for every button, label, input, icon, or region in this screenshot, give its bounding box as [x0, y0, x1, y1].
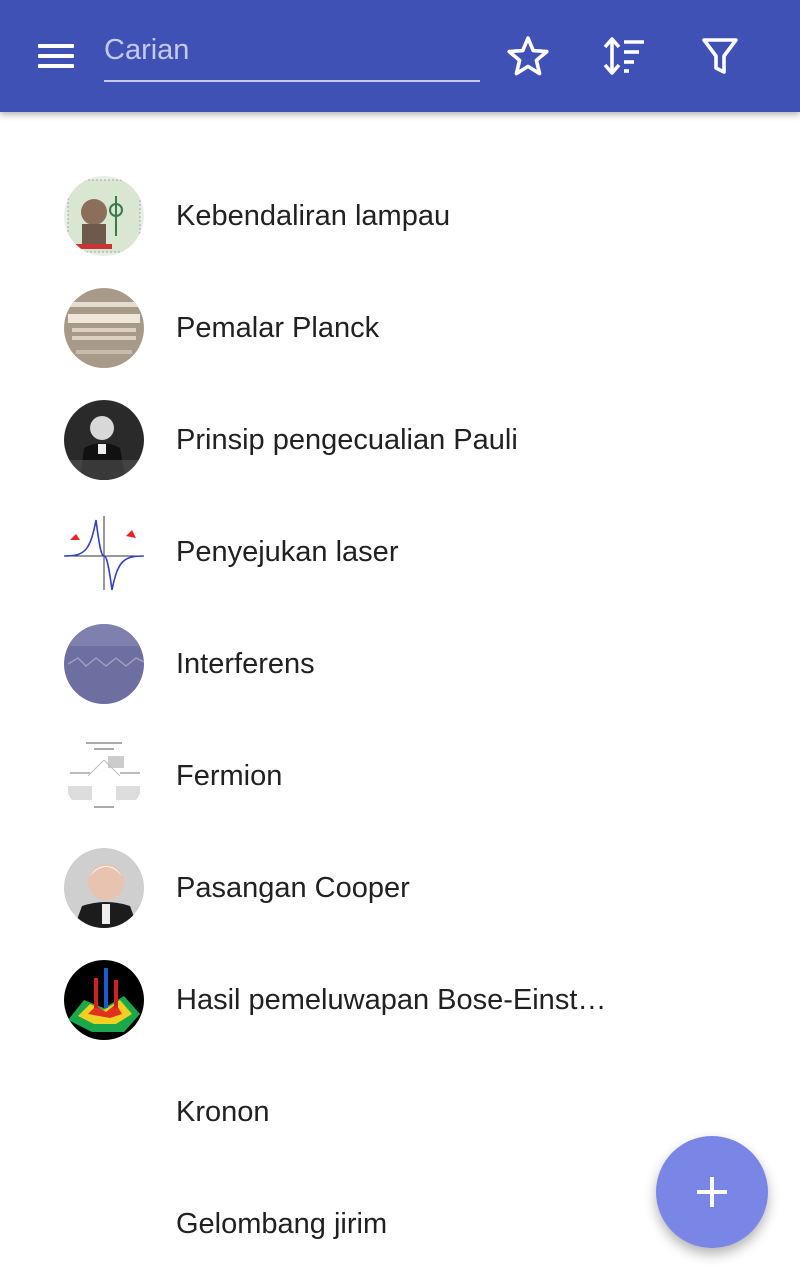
article-thumbnail — [64, 176, 144, 256]
article-thumbnail — [64, 288, 144, 368]
sort-icon — [603, 37, 644, 75]
sort-button[interactable] — [596, 28, 652, 84]
article-thumbnail — [64, 400, 144, 480]
article-thumbnail — [64, 512, 144, 592]
article-title: Hasil pemeluwapan Bose-Einstein — [176, 984, 616, 1016]
list-item[interactable]: Hasil pemeluwapan Bose-Einstein — [0, 944, 800, 1056]
search-field[interactable] — [104, 22, 480, 82]
article-title: Interferens — [176, 648, 315, 680]
list-item[interactable]: Kebendaliran lampau — [0, 160, 800, 272]
list-item[interactable]: Fermion — [0, 720, 800, 832]
filter-outline-icon — [702, 38, 738, 74]
list-item[interactable]: Prinsip pengecualian Pauli — [0, 384, 800, 496]
filter-button[interactable] — [692, 28, 748, 84]
plus-icon — [697, 1177, 727, 1207]
star-outline-icon — [507, 36, 549, 76]
article-title: Prinsip pengecualian Pauli — [176, 424, 518, 456]
add-button[interactable] — [656, 1136, 768, 1248]
menu-icon — [38, 44, 74, 48]
article-thumbnail — [64, 624, 144, 704]
article-title: Penyejukan laser — [176, 536, 399, 568]
search-input[interactable] — [104, 22, 480, 78]
article-thumbnail — [64, 848, 144, 928]
list-item[interactable]: Pasangan Cooper — [0, 832, 800, 944]
article-thumbnail — [64, 736, 144, 816]
favorites-button[interactable] — [500, 28, 556, 84]
article-title: Gelombang jirim — [176, 1208, 388, 1240]
article-thumbnail — [64, 960, 144, 1040]
article-title: Kebendaliran lampau — [176, 200, 451, 232]
list-item[interactable]: Penyejukan laser — [0, 496, 800, 608]
article-title: Fermion — [176, 760, 283, 792]
article-list: Kebendaliran lampau Pemalar Planck Prins… — [0, 112, 800, 1280]
article-title: Pasangan Cooper — [176, 872, 410, 904]
list-item[interactable]: Interferens — [0, 608, 800, 720]
app-bar — [0, 0, 800, 112]
list-item[interactable]: Pemalar Planck — [0, 272, 800, 384]
menu-button[interactable] — [24, 32, 88, 80]
article-title: Pemalar Planck — [176, 312, 380, 344]
article-title: Kronon — [176, 1096, 270, 1128]
